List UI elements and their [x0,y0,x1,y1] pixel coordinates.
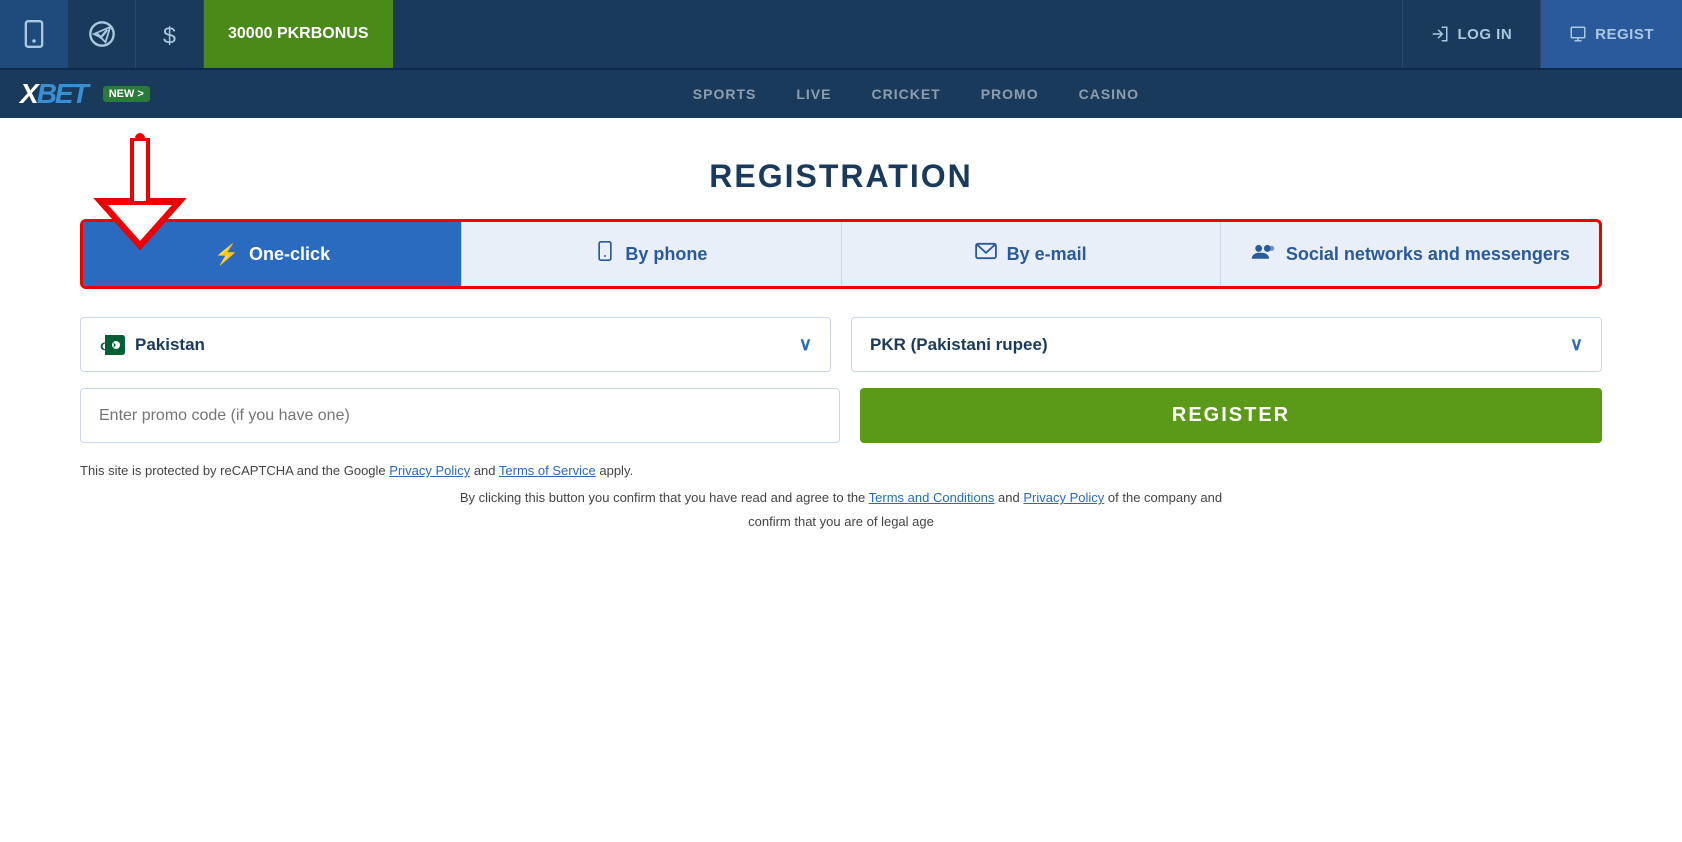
phone-icon [595,240,615,268]
new-badge[interactable]: NEW > [103,86,150,102]
tab-social[interactable]: Social networks and messengers [1221,222,1599,286]
tab-by-email[interactable]: By e-mail [842,222,1221,286]
nav-casino[interactable]: CASINO [1079,86,1139,102]
promo-code-input[interactable] [80,388,840,443]
registration-title: REGISTRATION [80,158,1602,195]
top-bar-right: LOG IN REGIST [1402,0,1682,68]
footer-text: This site is protected by reCAPTCHA and … [80,459,1602,533]
country-dropdown[interactable]: ☪ Pakistan ∨ [80,317,831,372]
tab-by-phone-label: By phone [625,244,707,265]
country-chevron: ∨ [799,334,812,355]
lightning-icon: ⚡ [214,242,239,267]
terms-link[interactable]: Terms of Service [499,463,596,478]
country-label: Pakistan [135,335,205,355]
register-main-button[interactable]: REGISTER [860,388,1602,443]
register-button[interactable]: REGIST [1540,0,1682,68]
pakistan-flag: ☪ [99,335,125,355]
tab-by-email-label: By e-mail [1007,244,1087,265]
svg-text:$: $ [163,22,176,48]
recaptcha-line: This site is protected by reCAPTCHA and … [80,459,1602,482]
privacy-policy-link[interactable]: Privacy Policy [389,463,470,478]
currency-chevron: ∨ [1570,334,1583,355]
currency-dropdown[interactable]: PKR (Pakistani rupee) ∨ [851,317,1602,372]
nav-sports[interactable]: SPORTS [693,86,757,102]
country-field-left: ☪ Pakistan [99,335,205,355]
svg-text:☪: ☪ [100,342,109,353]
nav-bar: XBET NEW > SPORTS LIVE CRICKET PROMO CAS… [0,68,1682,118]
tab-by-phone[interactable]: By phone [462,222,841,286]
mobile-icon[interactable] [0,0,68,68]
logo: XBET [20,78,87,110]
privacy-policy2-link[interactable]: Privacy Policy [1023,490,1104,505]
agreement-line: By clicking this button you confirm that… [80,486,1602,533]
bonus-button[interactable]: 30000 PKR BONUS [204,0,393,68]
tab-one-click-label: One-click [249,244,330,265]
arrow-annotation [80,133,200,268]
dollar-icon[interactable]: $ [136,0,204,68]
email-icon [975,242,997,266]
top-bar-left: $ 30000 PKR BONUS [0,0,1402,68]
nav-cricket[interactable]: CRICKET [871,86,940,102]
form-row-2: REGISTER [80,388,1602,443]
nav-promo[interactable]: PROMO [981,86,1039,102]
currency-label: PKR (Pakistani rupee) [870,335,1048,355]
login-button[interactable]: LOG IN [1402,0,1540,68]
terms-conditions-link[interactable]: Terms and Conditions [869,490,995,505]
top-bar: $ 30000 PKR BONUS LOG IN REGIST [0,0,1682,68]
currency-field-left: PKR (Pakistani rupee) [870,335,1048,355]
registration-tabs: ⚡ One-click By phone By e-mail [80,219,1602,289]
main-content: REGISTRATION ⚡ One-click By phone By e-m… [0,118,1682,573]
nav-items: SPORTS LIVE CRICKET PROMO CASINO [170,86,1662,102]
telegram-icon[interactable] [68,0,136,68]
social-icon [1250,240,1276,268]
form-row-1: ☪ Pakistan ∨ PKR (Pakistani rupee) ∨ [80,317,1602,372]
nav-live[interactable]: LIVE [796,86,831,102]
tab-social-label: Social networks and messengers [1286,244,1570,265]
